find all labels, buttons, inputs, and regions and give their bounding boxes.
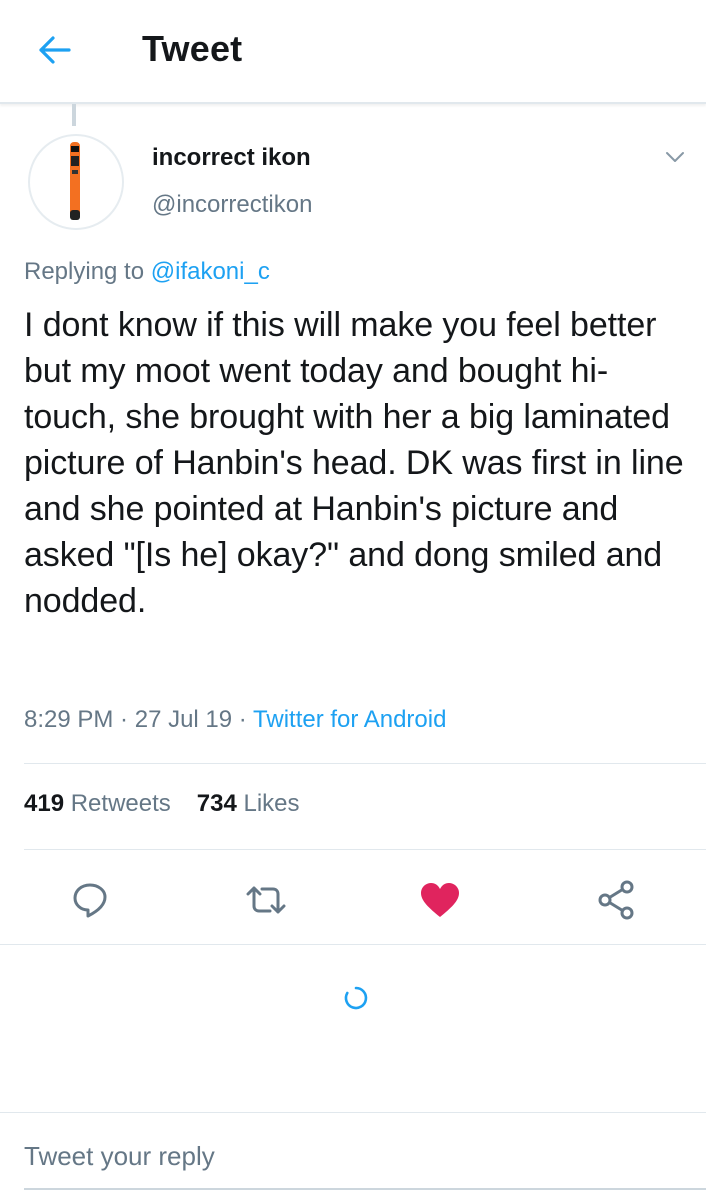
avatar[interactable] xyxy=(28,134,124,230)
chevron-down-icon xyxy=(666,152,684,162)
replying-mention-link[interactable]: @ifakoni_c xyxy=(151,258,270,285)
tweet-time: 8:29 PM xyxy=(24,706,114,733)
reply-icon xyxy=(73,883,107,918)
divider xyxy=(0,944,706,945)
divider xyxy=(24,763,706,764)
retweet-button[interactable] xyxy=(242,876,290,924)
thread-connector-line xyxy=(72,104,76,126)
divider xyxy=(24,849,706,850)
tweet-meta: 8:29 PM · 27 Jul 19 · Twitter for Androi… xyxy=(24,706,446,734)
arrow-left-icon xyxy=(39,36,71,64)
retweets-count: 419 xyxy=(24,790,65,817)
meta-separator: · xyxy=(232,706,254,733)
tweet-menu-button[interactable] xyxy=(660,142,690,172)
divider xyxy=(0,1112,706,1113)
likes-stat[interactable]: 734 Likes xyxy=(197,790,300,817)
page-title: Tweet xyxy=(142,28,243,69)
tweet-stats: 419 Retweets 734 Likes xyxy=(24,790,300,818)
likes-label: Likes xyxy=(243,790,300,817)
reply-button[interactable] xyxy=(66,876,114,924)
heart-icon xyxy=(421,883,459,917)
replying-to-line: Replying to @ifakoni_c xyxy=(24,258,270,286)
tweet-text: I dont know if this will make you feel b… xyxy=(24,306,684,620)
like-button[interactable] xyxy=(416,876,464,924)
likes-count: 734 xyxy=(196,790,237,817)
share-icon xyxy=(598,880,634,920)
author-name[interactable]: incorrect ikon xyxy=(152,144,311,172)
back-button[interactable] xyxy=(22,24,86,76)
bat-avatar-icon xyxy=(70,142,80,220)
tweet-source-link[interactable]: Twitter for Android xyxy=(253,706,446,733)
meta-separator: · xyxy=(113,706,135,733)
share-button[interactable] xyxy=(592,876,640,924)
retweets-stat[interactable]: 419 Retweets xyxy=(24,790,171,817)
retweets-label: Retweets xyxy=(70,790,171,817)
reply-input[interactable]: Tweet your reply xyxy=(24,1141,215,1172)
retweet-icon xyxy=(246,886,286,914)
tweet-date: 27 Jul 19 xyxy=(134,706,233,733)
loading-spinner-icon xyxy=(344,986,368,1010)
app-header: Tweet xyxy=(0,0,706,104)
replying-prefix: Replying to xyxy=(24,258,145,285)
author-handle[interactable]: @incorrectikon xyxy=(152,191,312,219)
reply-input-underline xyxy=(24,1188,706,1190)
